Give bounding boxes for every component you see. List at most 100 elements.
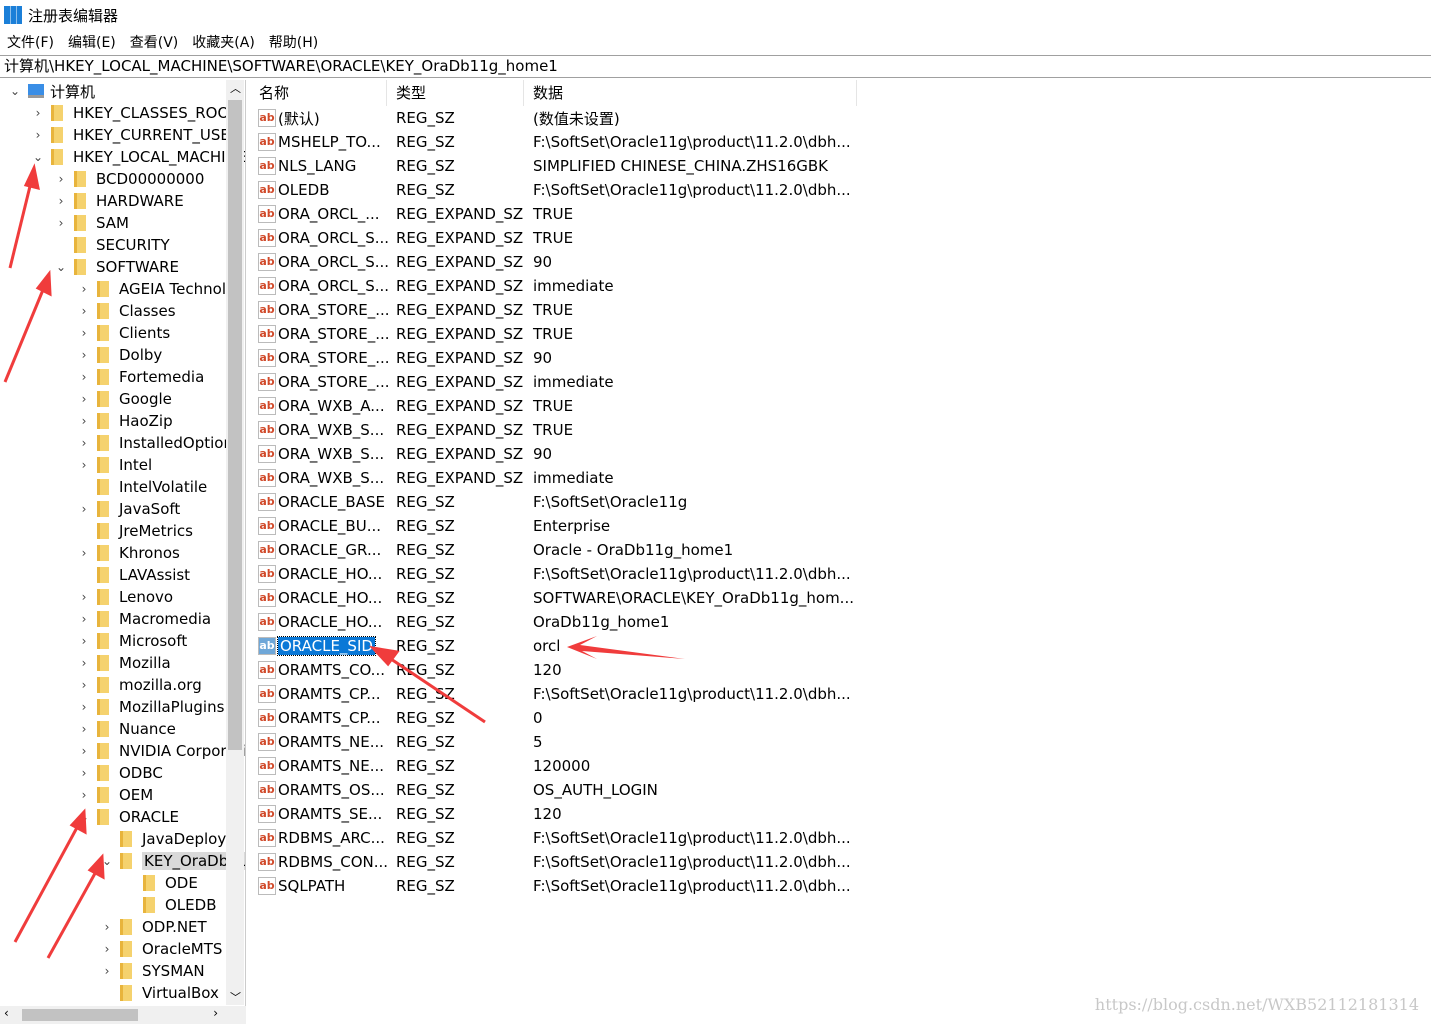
value-row[interactable]: ab ORA_STORE_... REG_EXPAND_SZ TRUE [250, 298, 573, 322]
tree-item[interactable]: ⌄ ORACLE [77, 806, 179, 828]
tree-item[interactable]: › Mozilla [77, 652, 171, 674]
column-name[interactable]: 名称 [250, 80, 387, 106]
value-row[interactable]: ab ORACLE_GR... REG_SZ Oracle - OraDb11g_ho… [250, 538, 733, 562]
chevron-right-icon[interactable]: › [77, 766, 91, 780]
tree-item[interactable]: › HKEY_CURRENT_USER [31, 124, 241, 146]
tree-item[interactable]: LAVAssist [77, 564, 190, 586]
chevron-down-icon[interactable]: ⌄ [54, 260, 68, 274]
tree-item[interactable]: › ODP.NET [100, 916, 207, 938]
value-row[interactable]: ab ORA_STORE_... REG_EXPAND_SZ immediate [250, 370, 614, 394]
chevron-right-icon[interactable]: › [77, 722, 91, 736]
value-row[interactable]: ab ORAMTS_CP... REG_SZ 0 [250, 706, 543, 730]
menu-edit[interactable]: 编辑(E) [61, 32, 123, 52]
chevron-right-icon[interactable]: › [77, 788, 91, 802]
tree-horizontal-scrollbar[interactable]: ‹ › [0, 1006, 246, 1024]
value-row[interactable]: ab ORA_ORCL_S... REG_EXPAND_SZ immediate [250, 274, 614, 298]
chevron-down-icon[interactable]: ⌄ [100, 854, 114, 868]
tree-item[interactable]: › Classes [77, 300, 176, 322]
tree-item[interactable]: › OEM [77, 784, 154, 806]
chevron-right-icon[interactable]: › [77, 282, 91, 296]
tree-item[interactable]: SECURITY [54, 234, 170, 256]
tree-vertical-scrollbar[interactable]: ︿ ﹀ [226, 80, 244, 1005]
value-row[interactable]: ab ORACLE_BASE REG_SZ F:\SoftSet\Oracle11g [250, 490, 687, 514]
tree-item[interactable]: › InstalledOptions [77, 432, 241, 454]
chevron-right-icon[interactable]: › [77, 634, 91, 648]
tree-item[interactable]: › Fortemedia [77, 366, 205, 388]
value-row[interactable]: ab ORA_WXB_S... REG_EXPAND_SZ TRUE [250, 418, 573, 442]
tree-item[interactable]: › Intel [77, 454, 153, 476]
chevron-right-icon[interactable]: › [77, 590, 91, 604]
chevron-right-icon[interactable]: › [77, 458, 91, 472]
menu-file[interactable]: 文件(F) [0, 32, 61, 52]
column-type[interactable]: 类型 [387, 80, 524, 106]
scroll-left-icon[interactable]: ‹ [4, 1006, 9, 1020]
tree-item[interactable]: ⌄ SOFTWARE [54, 256, 179, 278]
tree-item[interactable]: IntelVolatile [77, 476, 207, 498]
chevron-right-icon[interactable]: › [77, 304, 91, 318]
value-row[interactable]: ab RDBMS_CON... REG_SZ F:\SoftSet\Oracle11g… [250, 850, 851, 874]
chevron-right-icon[interactable]: › [54, 216, 68, 230]
tree-item[interactable]: › OracleMTS [100, 938, 223, 960]
chevron-right-icon[interactable]: › [77, 546, 91, 560]
value-row[interactable]: ab ORA_WXB_S... REG_EXPAND_SZ immediate [250, 466, 614, 490]
value-row[interactable]: ab ORA_WXB_A... REG_EXPAND_SZ TRUE [250, 394, 573, 418]
tree-item[interactable]: › HARDWARE [54, 190, 184, 212]
value-row[interactable]: ab OLEDB REG_SZ F:\SoftSet\Oracle11g\produc… [250, 178, 851, 202]
chevron-right-icon[interactable]: › [77, 612, 91, 626]
value-row[interactable]: ab ORAMTS_NE... REG_SZ 5 [250, 730, 543, 754]
chevron-right-icon[interactable]: › [77, 326, 91, 340]
chevron-right-icon[interactable]: › [100, 942, 114, 956]
tree-item[interactable]: › BCD00000000 [54, 168, 205, 190]
chevron-right-icon[interactable]: › [77, 392, 91, 406]
value-row[interactable]: ab ORA_WXB_S... REG_EXPAND_SZ 90 [250, 442, 552, 466]
menu-help[interactable]: 帮助(H) [262, 32, 325, 52]
tree-item[interactable]: ›NVIDIA Corporation [77, 740, 245, 762]
scroll-up-icon[interactable]: ︿ [230, 80, 241, 96]
chevron-right-icon[interactable]: › [77, 678, 91, 692]
chevron-right-icon[interactable]: › [77, 436, 91, 450]
chevron-right-icon[interactable]: › [31, 106, 45, 120]
tree-item[interactable]: › JavaSoft [77, 498, 181, 520]
value-row[interactable]: ab ORA_ORCL_S... REG_EXPAND_SZ 90 [250, 250, 552, 274]
value-row[interactable]: ab MSHELP_TO... REG_SZ F:\SoftSet\Oracle11g… [250, 130, 851, 154]
tree-item[interactable]: ⌄ 计算机 [8, 80, 95, 102]
value-row[interactable]: ab ORAMTS_SE... REG_SZ 120 [250, 802, 562, 826]
tree-item[interactable]: ›AGEIA Technologies [77, 278, 245, 300]
chevron-right-icon[interactable]: › [100, 920, 114, 934]
tree-hscroll-thumb[interactable] [22, 1009, 138, 1021]
value-row[interactable]: ab NLS_LANG REG_SZ SIMPLIFIED CHINESE_CHINA… [250, 154, 828, 178]
chevron-right-icon[interactable]: › [31, 128, 45, 142]
tree-item[interactable]: › HaoZip [77, 410, 173, 432]
value-row[interactable]: ab ORAMTS_OS... REG_SZ OS_AUTH_LOGIN [250, 778, 658, 802]
value-row[interactable]: ab RDBMS_ARC... REG_SZ F:\SoftSet\Oracle11g… [250, 826, 851, 850]
scroll-down-icon[interactable]: ﹀ [230, 989, 241, 1005]
tree-item[interactable]: › Dolby [77, 344, 163, 366]
tree-item[interactable]: › Macromedia [77, 608, 212, 630]
value-row[interactable]: ab ORA_ORCL_... REG_EXPAND_SZ TRUE [250, 202, 573, 226]
chevron-right-icon[interactable]: › [54, 172, 68, 186]
value-row[interactable]: ab ORACLE_HO... REG_SZ OraDb11g_home1 [250, 610, 669, 634]
address-bar[interactable]: 计算机\HKEY_LOCAL_MACHINE\SOFTWARE\ORACLE\K… [0, 55, 1431, 78]
tree-item[interactable]: › SAM [54, 212, 129, 234]
tree-item[interactable]: VirtualBox [100, 982, 219, 1004]
tree-item[interactable]: OLEDB [123, 894, 216, 916]
tree-item[interactable]: › mozilla.org [77, 674, 202, 696]
tree-item[interactable]: › Microsoft [77, 630, 188, 652]
chevron-right-icon[interactable]: › [54, 194, 68, 208]
tree-item[interactable]: › ODBC [77, 762, 163, 784]
value-row[interactable]: ab ORAMTS_CO... REG_SZ 120 [250, 658, 562, 682]
tree-item[interactable]: ⌄ HKEY_LOCAL_MACHINE [31, 146, 245, 168]
value-row[interactable]: ab ORACLE_SID REG_SZ orcl [250, 634, 560, 658]
tree-item[interactable]: ⌄KEY_OraDb11g_home1 [100, 850, 245, 872]
tree-item[interactable]: › Clients [77, 322, 171, 344]
value-row[interactable]: ab (默认) REG_SZ (数值未设置) [250, 106, 620, 130]
chevron-right-icon[interactable]: › [100, 964, 114, 978]
tree-item[interactable]: › HKEY_CLASSES_ROOT [31, 102, 239, 124]
tree-item[interactable]: › Lenovo [77, 586, 173, 608]
tree-item[interactable]: › MozillaPlugins [77, 696, 225, 718]
value-row[interactable]: ab ORA_ORCL_S... REG_EXPAND_SZ TRUE [250, 226, 573, 250]
value-row[interactable]: ab ORAMTS_CP... REG_SZ F:\SoftSet\Oracle11g… [250, 682, 851, 706]
menu-favorites[interactable]: 收藏夹(A) [185, 32, 262, 52]
column-data[interactable]: 数据 [524, 80, 857, 106]
value-row[interactable]: ab ORACLE_HO... REG_SZ F:\SoftSet\Oracle11g… [250, 562, 851, 586]
